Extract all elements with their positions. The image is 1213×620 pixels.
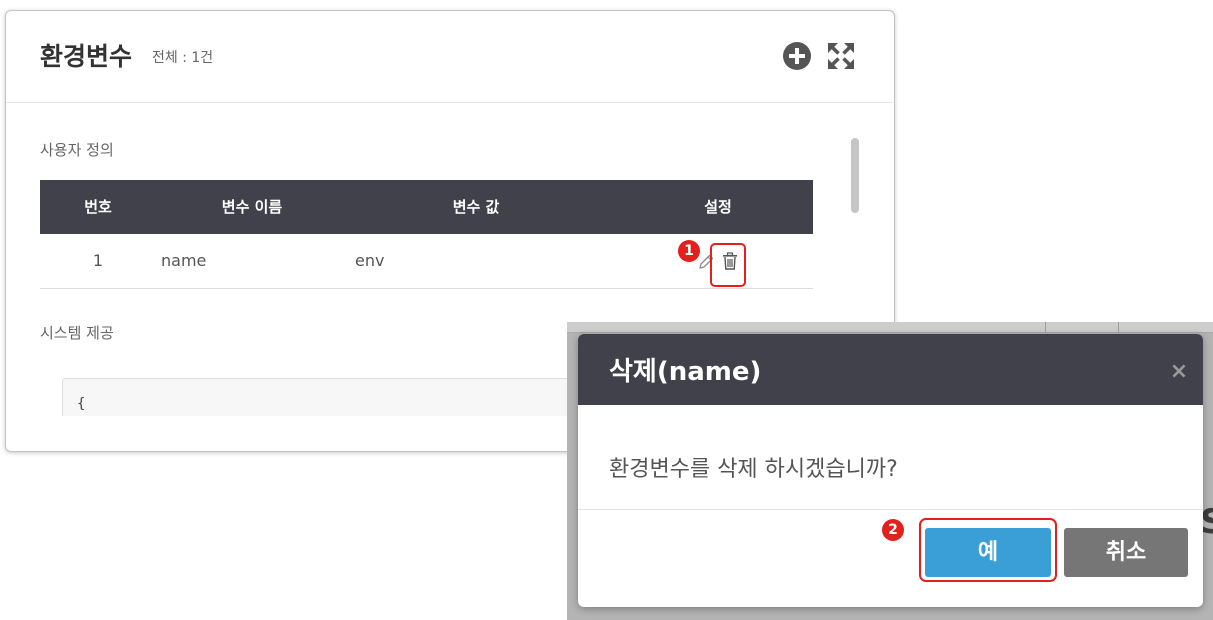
dialog-title: 삭제(name) [609, 357, 762, 387]
annotation-badge-1: 1 [678, 240, 700, 262]
expand-icon[interactable] [827, 42, 855, 70]
dialog-header: 삭제(name) × [578, 334, 1203, 405]
column-header-variable-value: 변수 값 [452, 198, 500, 216]
table-header: 번호 변수 이름 변수 값 설정 [40, 180, 813, 234]
annotation-highlight-confirm [919, 518, 1057, 582]
vertical-scrollbar[interactable] [851, 138, 859, 213]
total-count-label: 전체 : 1건 [152, 50, 214, 66]
backdrop-toolbar [567, 322, 1213, 333]
close-icon[interactable]: × [1169, 360, 1189, 384]
dialog-message: 환경변수를 삭제 하시겠습니까? [609, 457, 898, 482]
column-header-variable-name: 변수 이름 [221, 198, 283, 216]
column-header-number: 번호 [84, 198, 112, 216]
panel-title: 환경변수 [40, 42, 133, 71]
row-actions [604, 234, 813, 288]
system-provided-label: 시스템 제공 [40, 324, 114, 342]
backdrop-separator [1118, 322, 1119, 333]
table-row: 1 name env [40, 234, 813, 289]
annotation-badge-2: 2 [882, 519, 904, 541]
dialog-divider [578, 509, 1203, 510]
column-header-settings: 설정 [704, 198, 732, 216]
plus-circle-icon[interactable] [782, 41, 812, 71]
row-number: 1 [92, 251, 104, 270]
variable-name-cell: name [161, 251, 207, 270]
user-variables-table: 번호 변수 이름 변수 값 설정 1 name env [40, 180, 813, 289]
user-defined-label: 사용자 정의 [40, 141, 114, 159]
backdrop-separator [1045, 322, 1046, 333]
annotation-highlight-trash [710, 243, 746, 287]
panel-header: 환경변수 전체 : 1건 [40, 40, 213, 74]
variable-value-cell: env [355, 251, 385, 270]
delete-confirm-dialog: 삭제(name) × 환경변수를 삭제 하시겠습니까? 예 취소 [578, 334, 1203, 607]
cancel-button[interactable]: 취소 [1064, 528, 1188, 577]
